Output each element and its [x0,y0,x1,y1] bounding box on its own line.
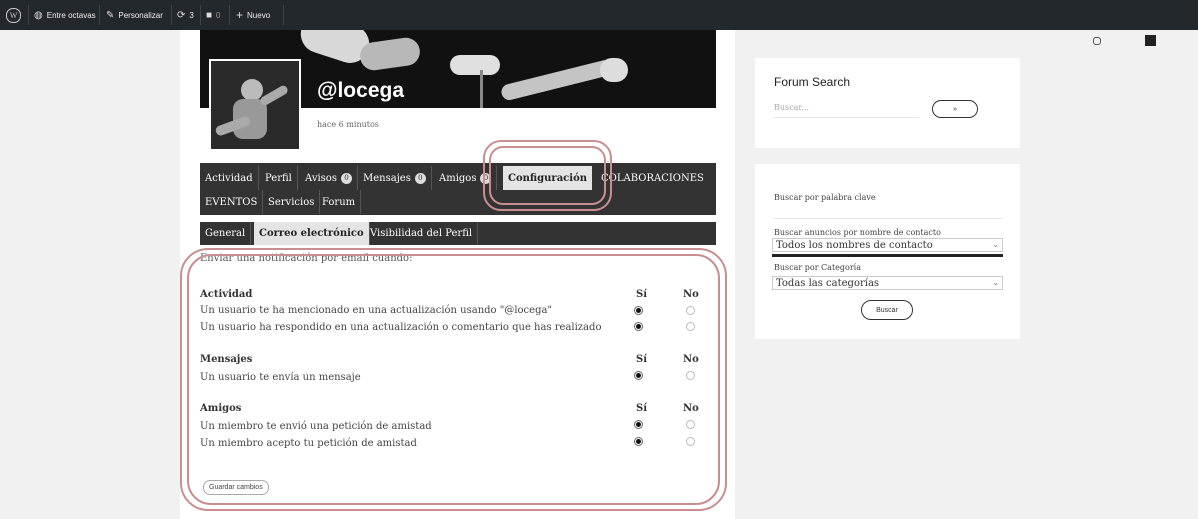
tab-actividad[interactable]: Actividad [200,166,259,190]
subtab-visibilidad-perfil[interactable]: Visibilidad del Perfil [365,222,479,245]
search-toggle-icon[interactable] [1093,36,1101,45]
profile-nav: Actividad Perfil Avisos 0 Mensajes 0 Amigo… [200,163,716,215]
updates-icon: ⟳ [177,9,186,21]
plus-icon: + [236,8,244,22]
divider [772,254,1003,257]
user-avatar-icon[interactable] [1145,35,1156,46]
search-ads-button[interactable]: Buscar [861,300,913,320]
category-select[interactable]: Todas las categorías ⌄ [772,276,1003,290]
category-label: Buscar por Categoría [774,263,861,272]
profile-username: @locega [317,79,405,102]
paintbrush-icon: ✎ [106,9,115,21]
dashboard-icon: ◍ [34,9,43,21]
category-select-value: Todas las categorías [776,277,880,289]
site-name-label: Entre octavas [46,10,96,20]
comment-icon: ■ [206,9,213,21]
chevron-down-icon: ⌄ [992,240,999,249]
avatar[interactable] [209,59,301,151]
forum-search-widget: Forum Search Buscar... » [755,58,1020,148]
contact-select[interactable]: Todos los nombres de contacto ⌄ [772,238,1003,252]
chevron-down-icon: ⌄ [992,278,999,287]
ads-search-widget: Buscar por palabra clave Buscar anuncios… [755,164,1020,339]
subtab-general[interactable]: General [200,222,252,245]
wordpress-logo-icon[interactable]: W [6,0,21,30]
comments-link[interactable]: ■ 0 [206,0,221,30]
contact-label: Buscar anuncios por nombre de contacto [774,228,941,237]
tab-avisos[interactable]: Avisos 0 [300,166,358,190]
site-name-link[interactable]: ◍ Entre octavas [34,0,96,30]
last-active-time: hace 6 minutos [317,120,379,129]
new-content-link[interactable]: + Nuevo [236,0,270,30]
subtab-correo-electronico[interactable]: Correo electrónico [254,222,370,245]
tab-forum[interactable]: Forum [317,190,362,214]
tab-colaboraciones[interactable]: COLABORACIONES [596,166,709,190]
customize-label: Personalizar [118,10,163,20]
tab-mensajes[interactable]: Mensajes 0 [358,166,432,190]
tab-servicios[interactable]: Servicios [263,190,321,214]
forum-search-button[interactable]: » [932,100,978,118]
settings-subnav: General Correo electrónico Visibilidad d… [200,222,716,245]
keyword-input[interactable] [774,204,1002,219]
customize-link[interactable]: ✎ Personalizar [106,0,163,30]
forum-search-input[interactable]: Buscar... [774,103,919,118]
updates-count: 3 [189,10,194,20]
mensajes-badge: 0 [414,172,426,184]
comments-count: 0 [216,10,221,20]
highlight-outline [187,254,720,505]
avisos-badge: 0 [340,172,352,184]
updates-link[interactable]: ⟳ 3 [177,0,194,30]
admin-bar: W ◍ Entre octavas ✎ Personalizar ⟳ 3 ■ 0… [0,0,1198,30]
tab-perfil[interactable]: Perfil [260,166,298,190]
keyword-label: Buscar por palabra clave [774,193,876,202]
forum-search-placeholder: Buscar... [774,103,809,112]
tab-eventos[interactable]: EVENTOS [200,190,264,214]
new-label: Nuevo [247,10,271,20]
forum-search-title: Forum Search [774,75,851,89]
account-area[interactable] [1093,35,1156,46]
contact-select-value: Todos los nombres de contacto [776,239,933,251]
highlight-outline [489,146,606,205]
